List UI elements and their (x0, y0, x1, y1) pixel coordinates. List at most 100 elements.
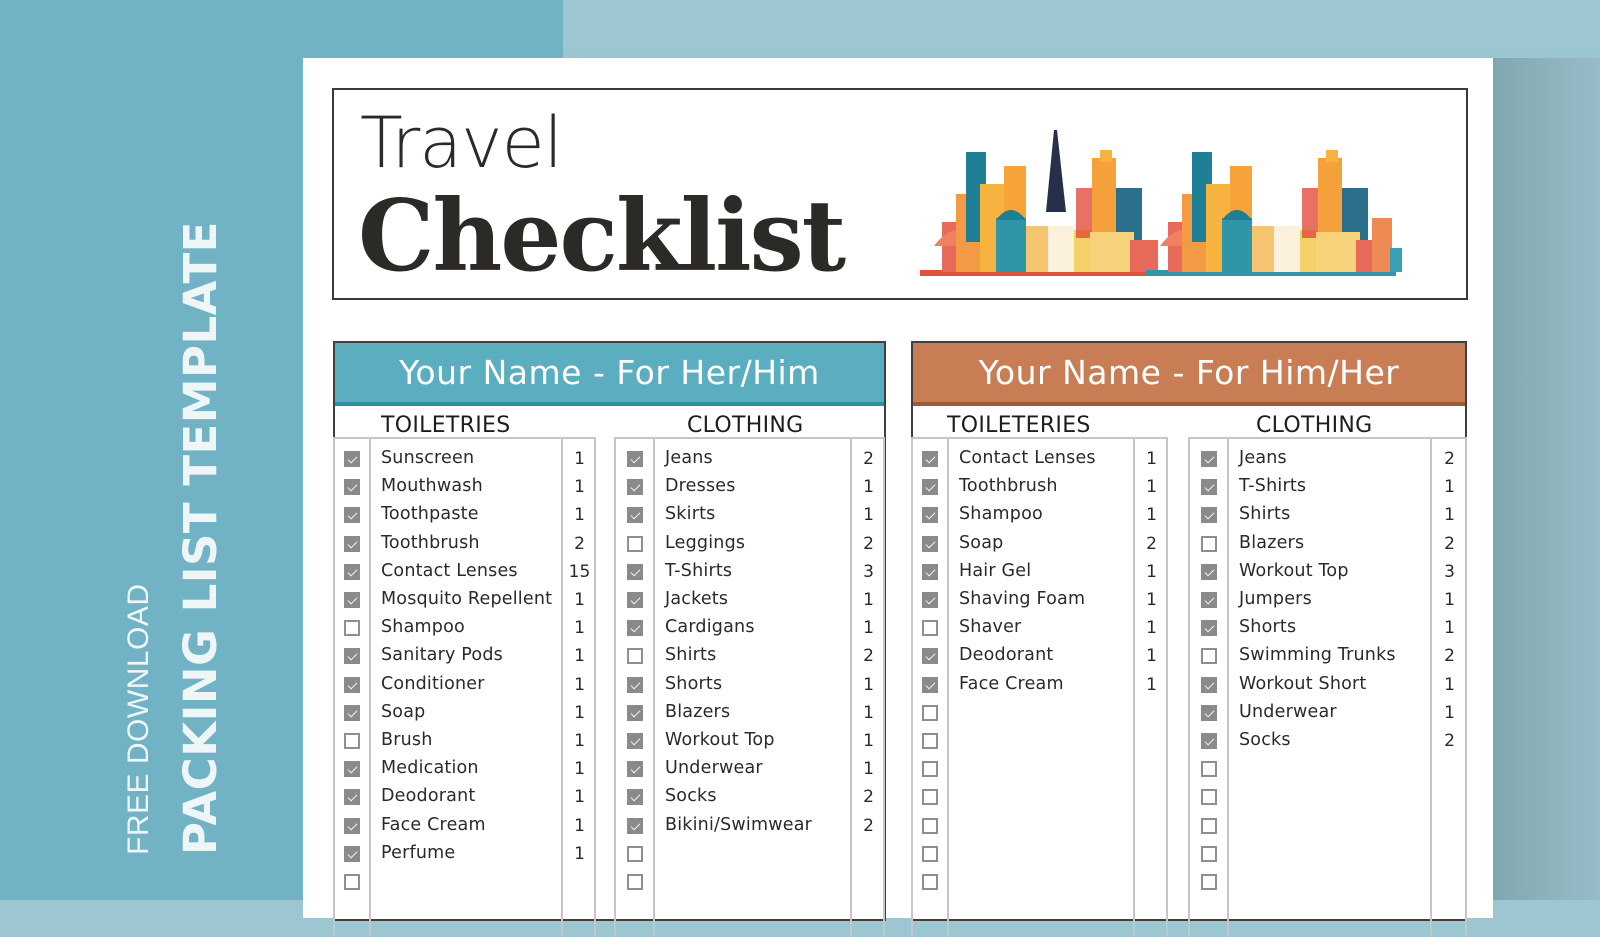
item-label[interactable]: Contact Lenses (381, 561, 518, 581)
item-label[interactable]: Mouthwash (381, 476, 483, 496)
item-quantity[interactable]: 2 (563, 534, 596, 554)
item-label[interactable]: Shirts (665, 645, 716, 665)
item-quantity[interactable]: 1 (852, 731, 885, 751)
item-quantity[interactable]: 3 (1432, 562, 1467, 582)
item-label[interactable]: Blazers (665, 702, 730, 722)
checkbox-checked[interactable] (344, 817, 360, 834)
item-label[interactable]: Brush (381, 730, 433, 750)
checkbox-checked[interactable] (627, 817, 643, 834)
item-label[interactable]: Swimming Trunks (1239, 645, 1396, 665)
item-label[interactable]: Deodorant (959, 645, 1053, 665)
checkbox-checked[interactable] (627, 789, 643, 806)
item-quantity[interactable]: 1 (852, 477, 885, 497)
checkbox-checked[interactable] (1201, 451, 1217, 467)
checkbox-unchecked[interactable] (627, 874, 643, 890)
checkbox-checked[interactable] (922, 535, 938, 552)
item-quantity[interactable]: 3 (852, 562, 885, 582)
item-label[interactable]: Contact Lenses (959, 448, 1096, 468)
item-quantity[interactable]: 1 (1135, 505, 1168, 525)
item-label[interactable]: Cardigans (665, 617, 755, 637)
item-quantity[interactable]: 1 (563, 731, 596, 751)
checkbox-checked[interactable] (922, 676, 938, 693)
checkbox-unchecked[interactable] (627, 535, 643, 552)
item-label[interactable]: Underwear (665, 758, 763, 778)
item-label[interactable]: Shampoo (381, 617, 465, 637)
item-label[interactable]: Workout Short (1239, 674, 1366, 694)
item-label[interactable]: Face Cream (959, 674, 1064, 694)
item-quantity[interactable]: 2 (852, 449, 885, 469)
checkbox-unchecked[interactable] (1201, 761, 1217, 778)
item-quantity[interactable]: 1 (1135, 449, 1168, 469)
checkbox-checked[interactable] (1201, 676, 1217, 693)
checkbox-unchecked[interactable] (1201, 648, 1217, 665)
panel-title[interactable]: Your Name - For Him/Her (913, 343, 1465, 406)
item-label[interactable]: Sanitary Pods (381, 645, 503, 665)
checkbox-checked[interactable] (627, 620, 643, 637)
item-quantity[interactable]: 1 (563, 759, 596, 779)
checkbox-checked[interactable] (922, 592, 938, 608)
item-label[interactable]: Socks (1239, 730, 1291, 750)
item-label[interactable]: Socks (665, 786, 717, 806)
item-label[interactable]: Leggings (665, 533, 745, 553)
checkbox-checked[interactable] (627, 761, 643, 778)
checkbox-checked[interactable] (344, 789, 360, 806)
checkbox-checked[interactable] (344, 676, 360, 693)
item-quantity[interactable]: 1 (563, 590, 596, 610)
checkbox-checked[interactable] (627, 507, 643, 524)
item-label[interactable]: Jumpers (1239, 589, 1312, 609)
item-quantity[interactable]: 1 (852, 703, 885, 723)
item-quantity[interactable]: 2 (1432, 731, 1467, 751)
item-quantity[interactable]: 2 (852, 534, 885, 554)
item-label[interactable]: Shampoo (959, 504, 1043, 524)
item-quantity[interactable]: 2 (852, 646, 885, 666)
checkbox-checked[interactable] (344, 704, 360, 721)
checkbox-checked[interactable] (344, 648, 360, 665)
item-label[interactable]: Sunscreen (381, 448, 474, 468)
item-quantity[interactable]: 1 (563, 618, 596, 638)
checkbox-checked[interactable] (922, 507, 938, 524)
item-label[interactable]: Shirts (1239, 504, 1290, 524)
checkbox-unchecked[interactable] (922, 874, 938, 890)
checkbox-unchecked[interactable] (1201, 874, 1217, 890)
checkbox-checked[interactable] (344, 761, 360, 778)
item-label[interactable]: Deodorant (381, 786, 475, 806)
item-quantity[interactable]: 1 (563, 816, 596, 836)
item-label[interactable]: Mosquito Repellent (381, 589, 552, 609)
checkbox-unchecked[interactable] (922, 761, 938, 778)
checkbox-checked[interactable] (627, 704, 643, 721)
checkbox-checked[interactable] (1201, 507, 1217, 524)
item-quantity[interactable]: 2 (1432, 646, 1467, 666)
item-quantity[interactable]: 1 (1135, 646, 1168, 666)
checkbox-checked[interactable] (344, 845, 360, 862)
checkbox-checked[interactable] (922, 563, 938, 580)
checkbox-checked[interactable] (344, 535, 360, 552)
item-label[interactable]: Soap (959, 533, 1003, 553)
item-label[interactable]: Jeans (1239, 448, 1287, 468)
item-quantity[interactable]: 1 (1432, 618, 1467, 638)
checkbox-checked[interactable] (627, 592, 643, 608)
item-quantity[interactable]: 1 (1432, 675, 1467, 695)
checkbox-checked[interactable] (1201, 620, 1217, 637)
item-quantity[interactable]: 1 (1135, 618, 1168, 638)
item-label[interactable]: Shaver (959, 617, 1021, 637)
item-label[interactable]: T-Shirts (665, 561, 732, 581)
item-quantity[interactable]: 2 (852, 787, 885, 807)
checkbox-checked[interactable] (1201, 592, 1217, 608)
item-label[interactable]: Dresses (665, 476, 736, 496)
checkbox-checked[interactable] (1201, 704, 1217, 721)
checkbox-checked[interactable] (922, 648, 938, 665)
item-quantity[interactable]: 2 (1432, 449, 1467, 469)
panel-title[interactable]: Your Name - For Her/Him (335, 343, 884, 406)
item-label[interactable]: Skirts (665, 504, 715, 524)
item-label[interactable]: Shorts (1239, 617, 1296, 637)
item-quantity[interactable]: 1 (852, 759, 885, 779)
item-quantity[interactable]: 2 (852, 816, 885, 836)
item-quantity[interactable]: 1 (1135, 590, 1168, 610)
checkbox-unchecked[interactable] (922, 845, 938, 862)
item-quantity[interactable]: 2 (1432, 534, 1467, 554)
checkbox-unchecked[interactable] (627, 845, 643, 862)
checkbox-checked[interactable] (922, 451, 938, 467)
checkbox-unchecked[interactable] (1201, 845, 1217, 862)
checkbox-unchecked[interactable] (1201, 535, 1217, 552)
item-quantity[interactable]: 1 (563, 703, 596, 723)
